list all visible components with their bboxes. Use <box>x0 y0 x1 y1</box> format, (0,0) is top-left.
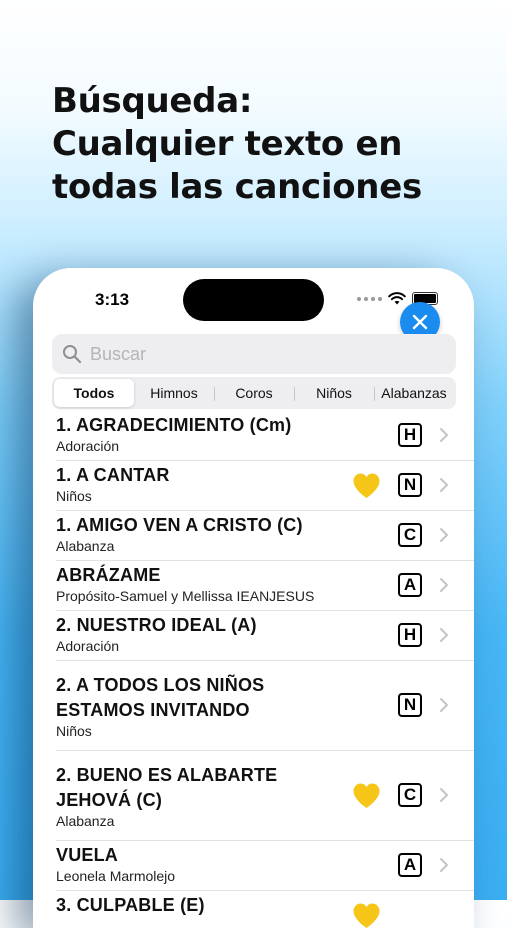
chevron-right-icon <box>439 787 449 803</box>
song-row[interactable]: 1. A CANTARNiños N <box>56 461 474 511</box>
song-text: ABRÁZAMEPropósito-Samuel y Mellissa IEAN… <box>56 563 356 605</box>
tab-himnos[interactable]: Himnos <box>134 379 214 407</box>
song-subtitle: Propósito-Samuel y Mellissa IEANJESUS <box>56 588 356 605</box>
song-text: 2. BUENO ES ALABARTEJEHOVÁ (C)Alabanza <box>56 763 356 830</box>
song-row[interactable]: ABRÁZAMEPropósito-Samuel y Mellissa IEAN… <box>56 561 474 611</box>
song-title: ESTAMOS INVITANDO <box>56 698 356 723</box>
song-type-badge: A <box>398 573 422 597</box>
headline-line-2: Cualquier texto en <box>52 123 492 166</box>
song-row[interactable]: 2. NUESTRO IDEAL (A)Adoración H <box>56 611 474 661</box>
song-title: VUELA <box>56 843 356 868</box>
wifi-icon <box>388 292 406 305</box>
song-type-badge: C <box>398 783 422 807</box>
song-row[interactable]: 1. AGRADECIMIENTO (Cm)Adoración H <box>56 411 474 461</box>
promo-headline: Búsqueda: Cualquier texto en todas las c… <box>52 80 492 209</box>
song-subtitle: Alabanza <box>56 813 356 830</box>
category-tabs: Todos Himnos Coros Niños Alabanzas <box>52 377 456 409</box>
song-type-badge: N <box>398 473 422 497</box>
chevron-right-icon <box>439 577 449 593</box>
song-type-badge: H <box>398 423 422 447</box>
headline-line-1: Búsqueda: <box>52 80 492 123</box>
song-title: 1. AGRADECIMIENTO (Cm) <box>56 413 356 438</box>
song-row[interactable]: 2. A TODOS LOS NIÑOSESTAMOS INVITANDONiñ… <box>56 661 474 751</box>
song-text: 2. A TODOS LOS NIÑOSESTAMOS INVITANDONiñ… <box>56 673 356 740</box>
phone-screen: 3:13 Todos Himnos Coros Niños Alabanzas … <box>33 268 474 928</box>
chevron-right-icon <box>439 477 449 493</box>
dynamic-island <box>183 279 324 321</box>
chevron-right-icon <box>439 527 449 543</box>
song-title: ABRÁZAME <box>56 563 356 588</box>
tab-coros[interactable]: Coros <box>214 379 294 407</box>
chevron-right-icon <box>439 697 449 713</box>
song-title: 3. CULPABLE (E) <box>56 893 356 918</box>
song-title: JEHOVÁ (C) <box>56 788 356 813</box>
song-row[interactable]: 1. AMIGO VEN A CRISTO (C)Alabanza C <box>56 511 474 561</box>
chevron-right-icon <box>439 627 449 643</box>
search-icon <box>62 344 82 364</box>
song-title: 1. A CANTAR <box>56 463 356 488</box>
song-text: VUELALeonela Marmolejo <box>56 843 356 885</box>
song-row[interactable]: VUELALeonela Marmolejo A <box>56 841 474 891</box>
song-type-badge: C <box>398 523 422 547</box>
signal-icon <box>357 297 382 301</box>
search-bar[interactable] <box>52 334 456 374</box>
chevron-right-icon <box>439 427 449 443</box>
song-row[interactable]: 3. CULPABLE (E) <box>56 891 474 928</box>
song-title: 1. AMIGO VEN A CRISTO (C) <box>56 513 356 538</box>
tab-ninos[interactable]: Niños <box>294 379 374 407</box>
tab-alabanzas[interactable]: Alabanzas <box>374 379 454 407</box>
tab-todos[interactable]: Todos <box>54 379 134 407</box>
song-type-badge: H <box>398 623 422 647</box>
song-subtitle: Leonela Marmolejo <box>56 868 356 885</box>
chevron-right-icon <box>439 857 449 873</box>
song-title: 2. NUESTRO IDEAL (A) <box>56 613 356 638</box>
song-list: 1. AGRADECIMIENTO (Cm)AdoraciónH1. A CAN… <box>33 411 474 928</box>
song-subtitle: Alabanza <box>56 538 356 555</box>
search-input[interactable] <box>88 343 432 366</box>
song-subtitle: Niños <box>56 488 356 505</box>
headline-line-3: todas las canciones <box>52 166 492 209</box>
song-subtitle: Niños <box>56 723 356 740</box>
favorite-heart-icon[interactable] <box>350 900 383 928</box>
favorite-heart-icon[interactable] <box>350 780 383 810</box>
status-time: 3:13 <box>95 290 129 310</box>
song-type-badge: N <box>398 693 422 717</box>
song-title: 2. A TODOS LOS NIÑOS <box>56 673 356 698</box>
song-subtitle: Adoración <box>56 438 356 455</box>
song-text: 3. CULPABLE (E) <box>56 893 356 918</box>
favorite-heart-icon[interactable] <box>350 470 383 500</box>
song-subtitle: Adoración <box>56 638 356 655</box>
song-text: 2. NUESTRO IDEAL (A)Adoración <box>56 613 356 655</box>
song-text: 1. AGRADECIMIENTO (Cm)Adoración <box>56 413 356 455</box>
close-icon <box>412 314 428 330</box>
song-title: 2. BUENO ES ALABARTE <box>56 763 356 788</box>
song-type-badge: A <box>398 853 422 877</box>
song-row[interactable]: 2. BUENO ES ALABARTEJEHOVÁ (C)Alabanza C <box>56 751 474 841</box>
song-text: 1. AMIGO VEN A CRISTO (C)Alabanza <box>56 513 356 555</box>
song-text: 1. A CANTARNiños <box>56 463 356 505</box>
